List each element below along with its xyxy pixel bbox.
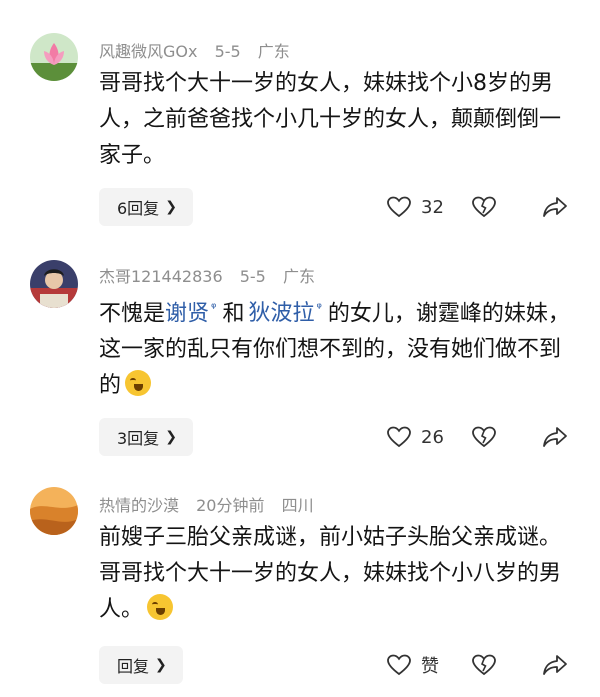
search-icon: ᵠ [316, 301, 322, 316]
reply-count-label: 6回复 [117, 199, 160, 218]
search-icon: ᵠ [211, 301, 217, 316]
view-replies-button[interactable]: 3回复 ❯ [99, 418, 193, 456]
comment-1: 风趣微风GOx 5-5 广东 哥哥找个大十一岁的女人，妹妹找个小8岁的男人，之前… [0, 0, 600, 235]
chevron-right-icon: ❯ [165, 199, 177, 215]
like-count: 26 [421, 426, 444, 448]
heart-outline-icon [387, 654, 411, 676]
username[interactable]: 杰哥121442836 [99, 267, 223, 286]
share-button[interactable] [542, 654, 572, 676]
view-replies-button[interactable]: 6回复 ❯ [99, 188, 193, 226]
avatar[interactable] [30, 33, 78, 81]
like-label: 赞 [421, 656, 439, 677]
dislike-button[interactable] [472, 654, 542, 676]
share-arrow-icon [543, 427, 567, 447]
comment-text: 不愧是谢贤 ᵠ 和狄波拉 ᵠ 的女儿，谢霆峰的妹妹，这一家的乱只有你们想不到的，没有她们… [99, 291, 579, 404]
reply-count-label: 3回复 [117, 429, 160, 448]
broken-heart-icon [472, 426, 496, 448]
person-avatar-image [30, 260, 78, 308]
comment-location: 四川 [281, 496, 314, 515]
comment-meta: 热情的沙漠 20分钟前 四川 [99, 492, 326, 516]
comment-actions: 赞 [387, 646, 572, 684]
mention-link-deborah[interactable]: 狄波拉 [248, 301, 314, 326]
comment-text: 哥哥找个大十一岁的女人，妹妹找个小8岁的男人，之前爸爸找个小几十岁的女人，颠颠倒… [99, 71, 562, 168]
comment-actions: 32 [387, 188, 572, 226]
share-button[interactable] [542, 426, 572, 448]
share-arrow-icon [543, 197, 567, 217]
comment-meta: 杰哥121442836 5-5 广东 [99, 263, 327, 287]
heart-outline-icon [387, 426, 411, 448]
comment-meta: 风趣微风GOx 5-5 广东 [99, 38, 302, 62]
username[interactable]: 热情的沙漠 [99, 496, 179, 515]
chevron-right-icon: ❯ [155, 657, 167, 673]
comment-actions: 26 [387, 418, 572, 456]
heart-outline-icon [387, 196, 411, 218]
reply-button[interactable]: 回复 ❯ [99, 646, 183, 684]
desert-avatar-image [30, 487, 78, 535]
comment-2: 杰哥121442836 5-5 广东 不愧是谢贤 ᵠ 和狄波拉 ᵠ 的女儿，谢霆峰的妹妹… [0, 235, 600, 475]
like-count: 32 [421, 196, 444, 218]
like-button[interactable]: 26 [387, 426, 472, 448]
share-button[interactable] [542, 196, 572, 218]
share-arrow-icon [543, 655, 567, 675]
mention-link-xie-xian[interactable]: 谢贤 [165, 301, 209, 326]
crying-laughing-emoji-icon [125, 370, 152, 397]
lotus-avatar-image [30, 33, 78, 81]
comment-date: 20分钟前 [196, 496, 265, 515]
broken-heart-icon [472, 654, 496, 676]
comment-date: 5-5 [239, 267, 266, 286]
reply-label: 回复 [117, 657, 150, 676]
chevron-right-icon: ❯ [165, 429, 177, 445]
broken-heart-icon [472, 196, 496, 218]
comment-3: 热情的沙漠 20分钟前 四川 前嫂子三胎父亲成谜，前小姑子头胎父亲成谜。哥哥找个… [0, 475, 600, 697]
text-segment: 和 [222, 301, 245, 327]
comment-location: 广东 [257, 42, 290, 61]
username[interactable]: 风趣微风GOx [99, 42, 197, 61]
dislike-button[interactable] [472, 426, 542, 448]
comment-date: 5-5 [214, 42, 241, 61]
text-segment: 不愧是 [99, 301, 166, 327]
comment-location: 广东 [282, 267, 315, 286]
comment-text: 前嫂子三胎父亲成谜，前小姑子头胎父亲成谜。哥哥找个大十一岁的女人，妹妹找个小八岁… [99, 520, 579, 628]
dislike-button[interactable] [472, 196, 542, 218]
avatar[interactable] [30, 487, 78, 535]
like-button[interactable]: 赞 [387, 652, 472, 678]
crying-laughing-emoji-icon [147, 594, 174, 620]
like-button[interactable]: 32 [387, 196, 472, 218]
avatar[interactable] [30, 260, 78, 308]
